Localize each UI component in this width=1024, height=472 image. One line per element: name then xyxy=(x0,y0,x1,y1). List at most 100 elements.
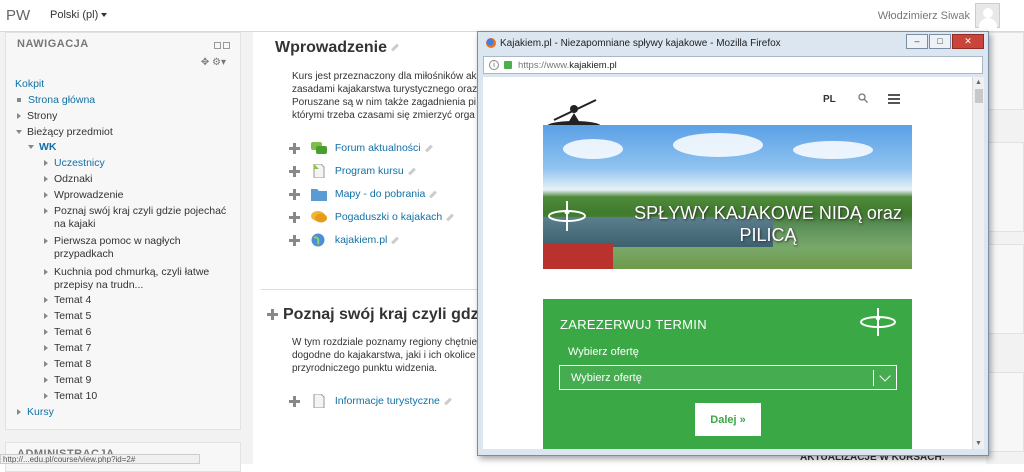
block-controls xyxy=(212,40,230,52)
nav-item-temat-5[interactable]: Temat 5 xyxy=(44,310,91,323)
site-brand[interactable]: PW xyxy=(6,7,30,24)
edit-pencil-icon[interactable] xyxy=(424,144,433,152)
activity-forum[interactable]: Forum aktualności xyxy=(289,141,433,155)
expand-arrow-icon xyxy=(44,345,48,352)
nav-item-label: Kuchnia pod chmurką, czyli łatwe xyxy=(54,266,210,278)
section-title-poznaj: Poznaj swój kraj czyli gdz xyxy=(267,306,479,324)
maximize-button[interactable]: □ xyxy=(929,34,951,49)
url-prefix: https://www. xyxy=(518,60,570,71)
page-viewport: PL SPŁYWY KAJAKOWE NIDĄ oraz PILICĄ ZARE… xyxy=(483,77,974,449)
move-handle-icon[interactable] xyxy=(289,395,300,407)
activity-pogaduszki[interactable]: Pogaduszki o kajakach xyxy=(289,210,455,224)
expand-arrow-icon xyxy=(44,160,48,167)
nav-item-temat-4[interactable]: Temat 4 xyxy=(44,294,91,307)
move-handle-icon[interactable] xyxy=(289,234,300,246)
site-language[interactable]: PL xyxy=(823,94,836,105)
offer-label: Wybierz ofertę xyxy=(568,346,639,358)
summary-line: Poruszane są w nim także zagadnienia pi xyxy=(292,97,476,108)
nav-item-odznaki[interactable]: Odznaki xyxy=(44,173,93,186)
expand-arrow-icon xyxy=(44,192,48,199)
url-globe-icon xyxy=(311,233,325,247)
expand-arrow-icon xyxy=(44,269,48,276)
file-icon xyxy=(313,164,325,178)
nav-item-label: Temat 9 xyxy=(54,374,92,386)
nav-item-temat-9[interactable]: Temat 9 xyxy=(44,374,91,387)
user-avatar[interactable] xyxy=(975,3,1000,28)
forum-icon xyxy=(310,142,327,154)
activity-link[interactable]: Pogaduszki o kajakach xyxy=(335,211,442,223)
activity-kajakiem-url[interactable]: kajakiem.pl xyxy=(289,233,400,247)
nav-item-kuchnia[interactable]: Kuchnia pod chmurką, czyli łatwe przepisy… xyxy=(44,266,209,292)
vertical-scrollbar[interactable]: ▲ ▼ xyxy=(972,77,984,449)
language-menu[interactable]: Polski (pl) xyxy=(50,9,108,21)
move-handle-icon[interactable] xyxy=(289,211,300,223)
scroll-down-arrow-icon[interactable]: ▼ xyxy=(975,440,982,447)
nav-item-temat-10[interactable]: Temat 10 xyxy=(44,390,97,403)
booking-panel: ZAREZERWUJ TERMIN Wybierz ofertę Wybierz… xyxy=(543,299,912,449)
nav-item-wprowadzenie[interactable]: Wprowadzenie xyxy=(44,189,123,202)
nav-item-poznaj-swoj-kraj[interactable]: Poznaj swój kraj czyli gdzie pojechać na … xyxy=(44,205,226,231)
expand-arrow-icon xyxy=(17,113,21,120)
nav-item-pierwsza-pomoc[interactable]: Pierwsza pomoc w nagłych przypadkach xyxy=(44,235,181,261)
address-bar[interactable]: i https://www.kajakiem.pl xyxy=(483,56,983,74)
nav-item-strona-glowna[interactable]: Strona główna xyxy=(17,94,95,107)
nav-item-strony[interactable]: Strony xyxy=(17,110,57,123)
search-icon[interactable] xyxy=(858,93,868,103)
nav-item-label: Odznaki xyxy=(54,173,93,185)
activity-link[interactable]: Informacje turystyczne xyxy=(335,395,440,407)
section-title-wprowadzenie: Wprowadzenie xyxy=(275,39,399,57)
activity-mapy[interactable]: Mapy - do pobrania xyxy=(289,187,438,201)
move-handle-icon[interactable] xyxy=(289,142,300,154)
activity-link[interactable]: Program kursu xyxy=(335,165,404,177)
edit-pencil-icon[interactable] xyxy=(446,213,455,221)
edit-pencil-icon[interactable] xyxy=(391,236,400,244)
status-bar-url: http://...edu.pl/course/view.php?id=2# xyxy=(0,454,200,464)
edit-pencil-icon[interactable] xyxy=(407,167,416,175)
expand-arrow-icon xyxy=(44,176,48,183)
move-handle-icon[interactable] xyxy=(289,188,300,200)
block-actions[interactable]: ✥ ⚙▾ xyxy=(201,57,226,68)
nav-item-kokpit[interactable]: Kokpit xyxy=(15,78,44,91)
nav-item-wk[interactable]: WK xyxy=(28,141,57,154)
window-title: Kajakiem.pl - Niezapomniane spływy kajak… xyxy=(486,38,781,49)
user-name[interactable]: Włodzimierz Siwak xyxy=(878,10,970,22)
scroll-thumb[interactable] xyxy=(975,89,983,103)
nav-item-label-cont: na kajaki xyxy=(54,218,96,230)
summary-line: przyrodniczego punktu widzenia. xyxy=(292,363,438,374)
move-handle-icon[interactable] xyxy=(267,309,278,321)
activity-link[interactable]: Forum aktualności xyxy=(335,142,421,154)
info-icon[interactable]: i xyxy=(489,60,499,70)
nav-item-temat-6[interactable]: Temat 6 xyxy=(44,326,91,339)
nav-item-temat-7[interactable]: Temat 7 xyxy=(44,342,91,355)
activity-informacje[interactable]: Informacje turystyczne xyxy=(289,394,452,408)
minimize-block-icon[interactable] xyxy=(214,42,221,49)
expand-arrow-icon xyxy=(44,329,48,336)
section-summary: Kurs jest przeznaczony dla miłośników ak… xyxy=(292,70,477,122)
minimize-button[interactable]: – xyxy=(906,34,928,49)
close-button[interactable]: ✕ xyxy=(952,34,984,49)
nav-item-kursy[interactable]: Kursy xyxy=(17,406,54,419)
section-summary: W tym rozdziale poznamy regiony chętnie … xyxy=(292,336,477,375)
edit-pencil-icon[interactable] xyxy=(444,397,452,405)
hamburger-menu-icon[interactable] xyxy=(888,94,900,104)
nav-item-biezacy-przedmiot[interactable]: Bieżący przedmiot xyxy=(16,126,113,139)
firefox-popup-window[interactable]: Kajakiem.pl - Niezapomniane spływy kajak… xyxy=(477,31,989,456)
left-column: NAWIGACJA ✥ ⚙▾ Kokpit Strona główna Stro… xyxy=(0,32,253,472)
right-column xyxy=(986,32,1024,464)
nav-item-temat-8[interactable]: Temat 8 xyxy=(44,358,91,371)
lock-icon[interactable] xyxy=(504,61,512,69)
activity-program-kursu[interactable]: Program kursu xyxy=(289,164,416,178)
edit-pencil-icon[interactable] xyxy=(429,190,438,198)
activity-link[interactable]: Mapy - do pobrania xyxy=(335,188,425,200)
offer-select[interactable]: Wybierz ofertę xyxy=(559,365,897,390)
activity-link[interactable]: kajakiem.pl xyxy=(335,234,388,246)
scroll-up-arrow-icon[interactable]: ▲ xyxy=(975,79,982,86)
move-handle-icon[interactable] xyxy=(289,165,300,177)
edit-pencil-icon[interactable] xyxy=(391,43,399,52)
nav-item-uczestnicy[interactable]: Uczestnicy xyxy=(44,157,105,170)
url-text[interactable]: https://www.kajakiem.pl xyxy=(518,60,617,71)
nav-item-label-cont: przepisy na trudn... xyxy=(54,279,144,291)
url-domain: kajakiem.pl xyxy=(569,60,617,71)
next-button[interactable]: Dalej » xyxy=(695,403,761,436)
dock-block-icon[interactable] xyxy=(223,42,230,49)
